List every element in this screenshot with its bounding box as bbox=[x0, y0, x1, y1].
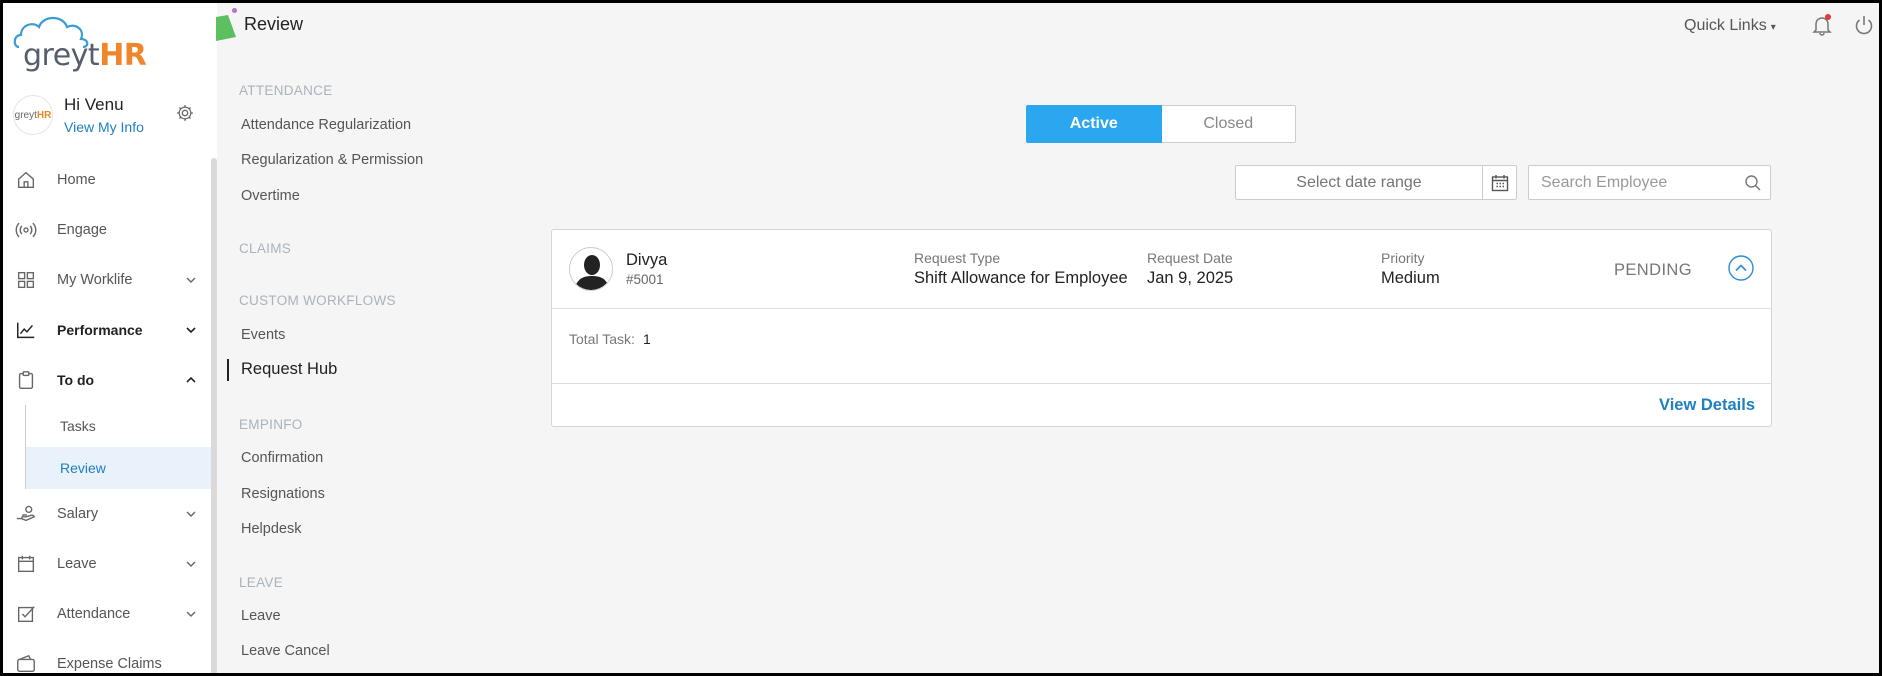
sidebar-item-attendance[interactable]: Attendance bbox=[3, 589, 211, 639]
clipboard-icon bbox=[18, 371, 34, 389]
menu-item-attendance-regularization[interactable]: Attendance Regularization bbox=[241, 117, 411, 133]
menu-item-helpdesk[interactable]: Helpdesk bbox=[241, 521, 301, 537]
employee-avatar bbox=[569, 247, 613, 291]
menu-item-request-hub[interactable]: Request Hub bbox=[241, 360, 337, 379]
sidebar-item-to-do[interactable]: To do bbox=[3, 355, 211, 405]
menu-item-overtime[interactable]: Overtime bbox=[241, 188, 300, 204]
menu-group-empinfo: EMPINFO bbox=[239, 417, 303, 432]
search-employee-box bbox=[1528, 165, 1771, 200]
chart-icon bbox=[17, 322, 35, 339]
chevron-down-icon bbox=[186, 611, 196, 617]
power-icon[interactable] bbox=[1854, 14, 1874, 36]
menu-item-regularization-permission[interactable]: Regularization & Permission bbox=[241, 152, 423, 168]
page-title: Review bbox=[244, 14, 304, 34]
sidebar-item-label: To do bbox=[57, 372, 95, 388]
sidebar-item-my-worklife[interactable]: My Worklife bbox=[3, 255, 211, 305]
greythr-logo[interactable]: greytHR bbox=[13, 13, 147, 71]
calendar-icon bbox=[1491, 175, 1509, 192]
grid-icon bbox=[17, 271, 35, 289]
menu-item-resignations[interactable]: Resignations bbox=[241, 486, 325, 502]
avatar[interactable]: greytHR bbox=[13, 95, 53, 135]
sidebar-subitem-review[interactable]: Review bbox=[26, 447, 211, 489]
sidebar-subitem-label: Review bbox=[60, 460, 106, 476]
sidebar-item-label: My Worklife bbox=[57, 272, 133, 288]
request-date-label: Request Date bbox=[1147, 250, 1233, 266]
sidebar-item-engage[interactable]: Engage bbox=[3, 205, 211, 255]
sidebar: greytHR greytHR Hi Venu View My Info Hom… bbox=[3, 3, 217, 673]
sidebar-item-label: Salary bbox=[57, 506, 99, 522]
total-task-label: Total Task: bbox=[569, 331, 635, 347]
notification-dot bbox=[1825, 14, 1831, 20]
priority-label: Priority bbox=[1381, 250, 1425, 266]
status-badge: PENDING bbox=[1614, 261, 1692, 279]
sidebar-item-home[interactable]: Home bbox=[3, 155, 211, 205]
sidebar-item-label: Home bbox=[57, 172, 96, 188]
priority-value: Medium bbox=[1381, 269, 1440, 287]
active-indicator bbox=[227, 359, 229, 381]
sidebar-subitem-label: Tasks bbox=[60, 418, 96, 434]
calendar-button[interactable] bbox=[1482, 165, 1517, 200]
request-card-header: Divya #5001 Request Type Shift Allowance… bbox=[552, 230, 1771, 309]
sidebar-item-label: Engage bbox=[57, 222, 107, 238]
menu-group-custom-workflows: CUSTOM WORKFLOWS bbox=[239, 293, 396, 308]
caret-down-icon: ▾ bbox=[1770, 22, 1776, 33]
decor-dot bbox=[232, 8, 237, 13]
sidebar-item-label: Leave bbox=[57, 556, 97, 572]
wallet-icon bbox=[17, 654, 35, 673]
request-date-value: Jan 9, 2025 bbox=[1147, 269, 1234, 287]
sidebar-item-performance[interactable]: Performance bbox=[3, 305, 211, 355]
sidebar-scrollbar[interactable] bbox=[211, 158, 217, 673]
sidebar-subitem-tasks[interactable]: Tasks bbox=[26, 405, 211, 447]
menu-item-leave[interactable]: Leave bbox=[241, 608, 281, 624]
chevron-down-icon bbox=[186, 327, 196, 334]
request-card-body: Total Task: 1 bbox=[552, 310, 1771, 384]
home-icon bbox=[17, 171, 35, 189]
sidebar-item-label: Expense Claims bbox=[57, 656, 162, 672]
broadcast-icon bbox=[15, 222, 37, 238]
sidebar-item-label: Performance bbox=[57, 322, 143, 338]
tab-active[interactable]: Active bbox=[1026, 105, 1162, 143]
request-card: Divya #5001 Request Type Shift Allowance… bbox=[551, 229, 1772, 427]
user-panel: greytHR Hi Venu View My Info bbox=[3, 89, 211, 145]
chevron-up-icon bbox=[186, 376, 196, 383]
quick-links-label: Quick Links bbox=[1684, 17, 1767, 34]
menu-item-leave-cancel[interactable]: Leave Cancel bbox=[241, 643, 330, 659]
menu-group-leave: LEAVE bbox=[239, 575, 284, 590]
sidebar-item-expense-claims[interactable]: Expense Claims bbox=[3, 639, 211, 673]
employee-id: #5001 bbox=[626, 272, 664, 287]
menu-group-claims: CLAIMS bbox=[239, 241, 292, 256]
request-type-label: Request Type bbox=[914, 250, 1001, 266]
sidebar-item-salary[interactable]: Salary bbox=[3, 489, 211, 539]
search-icon[interactable] bbox=[1744, 174, 1762, 192]
hand-coin-icon bbox=[16, 505, 36, 522]
view-my-info-link[interactable]: View My Info bbox=[64, 119, 144, 135]
date-range-input[interactable] bbox=[1235, 165, 1483, 200]
employee-name: Divya bbox=[626, 251, 668, 269]
todo-submenu: Tasks Review bbox=[25, 405, 211, 489]
menu-item-events[interactable]: Events bbox=[241, 327, 285, 343]
gear-icon[interactable] bbox=[175, 103, 195, 123]
module-tag-icon bbox=[216, 15, 236, 41]
sidebar-item-label: Attendance bbox=[57, 606, 131, 622]
collapse-chevron-up-icon[interactable] bbox=[1728, 255, 1754, 281]
status-toggle: Active Closed bbox=[1026, 105, 1296, 143]
quick-links-dropdown[interactable]: Quick Links ▾ bbox=[1684, 17, 1776, 35]
person-silhouette-icon bbox=[574, 255, 610, 290]
tab-closed[interactable]: Closed bbox=[1161, 105, 1296, 143]
calendar-icon bbox=[17, 555, 35, 573]
total-task-value: 1 bbox=[643, 331, 651, 347]
sidebar-nav: Home Engage My Worklife Performance To d… bbox=[3, 155, 211, 673]
menu-group-attendance: ATTENDANCE bbox=[239, 83, 333, 98]
logo-text: greytHR bbox=[23, 38, 147, 73]
request-type-value: Shift Allowance for Employee bbox=[914, 269, 1128, 287]
sidebar-item-leave[interactable]: Leave bbox=[3, 539, 211, 589]
view-details-link[interactable]: View Details bbox=[1659, 396, 1755, 415]
check-square-icon bbox=[17, 606, 35, 623]
user-greeting: Hi Venu bbox=[64, 95, 124, 114]
chevron-down-icon bbox=[186, 511, 196, 517]
chevron-down-icon bbox=[186, 277, 196, 283]
menu-item-confirmation[interactable]: Confirmation bbox=[241, 450, 323, 466]
search-employee-input[interactable] bbox=[1529, 166, 1729, 199]
chevron-down-icon bbox=[186, 561, 196, 567]
